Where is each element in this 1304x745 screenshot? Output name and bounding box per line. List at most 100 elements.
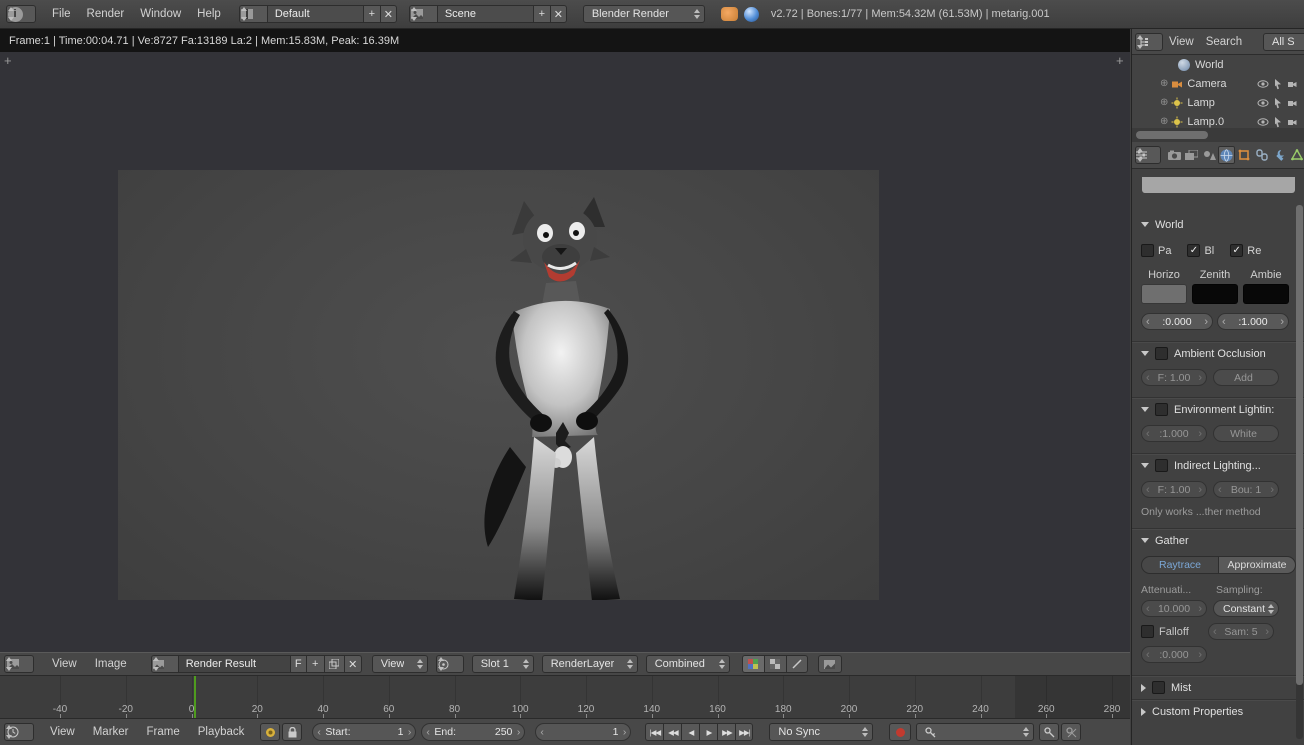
region-expand-left-icon[interactable]: + — [4, 55, 12, 67]
add-scene-button[interactable]: + — [533, 5, 550, 23]
panel-header-custom-properties[interactable]: Custom Properties — [1132, 700, 1304, 723]
view-mode-dropdown[interactable]: View — [372, 655, 428, 673]
image-name-field[interactable]: Render Result — [178, 655, 290, 673]
outliner-scope-dropdown[interactable]: All S — [1263, 33, 1304, 51]
samples-slider[interactable]: Sam: 5 — [1208, 623, 1274, 640]
preview-range-button[interactable] — [260, 723, 280, 741]
editor-type-button[interactable] — [1135, 146, 1161, 164]
raytrace-toggle[interactable]: Raytrace — [1141, 556, 1219, 574]
draw-channels-alpha-button[interactable] — [764, 655, 786, 673]
selectability-cursor-icon[interactable] — [1272, 78, 1284, 90]
scene-name-field[interactable]: Scene — [437, 5, 533, 23]
keying-set-dropdown[interactable] — [916, 723, 1034, 741]
panel-header-ambient-occlusion[interactable]: Ambient Occlusion — [1132, 342, 1304, 365]
ao-factor-slider[interactable]: F: 1.00 — [1141, 369, 1207, 386]
expand-icon[interactable]: ⊕ — [1160, 97, 1168, 108]
tab-constraints[interactable] — [1253, 146, 1270, 164]
outliner-item-world[interactable]: World — [1132, 55, 1304, 74]
visibility-eye-icon[interactable] — [1257, 78, 1269, 90]
properties-scrollbar[interactable] — [1296, 205, 1303, 739]
draw-channels-z-button[interactable] — [786, 655, 808, 673]
outliner-item-lamp[interactable]: ⊕ Lamp — [1132, 93, 1304, 112]
sync-dropdown[interactable]: No Sync — [769, 723, 873, 741]
menu-view[interactable]: View — [1163, 31, 1200, 53]
delete-scene-button[interactable]: ✕ — [550, 5, 567, 23]
tab-modifiers[interactable] — [1271, 146, 1288, 164]
editor-type-button[interactable] — [4, 723, 34, 741]
tab-object[interactable] — [1236, 146, 1253, 164]
ambient-occlusion-checkbox[interactable] — [1155, 347, 1168, 360]
renderability-camera-icon[interactable] — [1287, 78, 1299, 90]
ao-blend-dropdown[interactable]: Add — [1213, 369, 1279, 386]
scrollbar-thumb[interactable] — [1296, 205, 1303, 685]
image-browse-button[interactable] — [151, 655, 178, 673]
panel-header-environment-lighting[interactable]: Environment Lightin: — [1132, 398, 1304, 421]
screen-layout-name-field[interactable]: Default — [267, 5, 363, 23]
image-paint-button[interactable] — [818, 655, 842, 673]
next-keyframe-button[interactable]: ▶▶ — [717, 723, 735, 741]
tab-world[interactable] — [1218, 146, 1235, 164]
menu-view[interactable]: View — [42, 721, 83, 743]
menu-playback[interactable]: Playback — [190, 721, 253, 743]
menu-view[interactable]: View — [44, 653, 85, 675]
render-pass-dropdown[interactable]: Combined — [646, 655, 730, 673]
pack-image-button[interactable] — [324, 655, 344, 673]
menu-marker[interactable]: Marker — [85, 721, 137, 743]
play-button[interactable]: ▶ — [699, 723, 717, 741]
fake-user-button[interactable]: F — [290, 655, 306, 673]
expand-icon[interactable]: ⊕ — [1160, 78, 1168, 89]
previous-keyframe-button[interactable]: ◀◀ — [663, 723, 681, 741]
editor-type-button[interactable]: i — [6, 5, 36, 23]
outliner-horizontal-scrollbar[interactable] — [1132, 128, 1304, 143]
insert-keyframe-button[interactable] — [1039, 723, 1059, 741]
image-editor-viewport[interactable]: + + — [0, 52, 1130, 652]
renderability-camera-icon[interactable] — [1287, 116, 1299, 128]
record-button[interactable] — [889, 723, 911, 741]
expand-icon[interactable]: ⊕ — [1160, 116, 1168, 127]
lock-range-button[interactable] — [282, 723, 302, 741]
tab-object-data[interactable] — [1288, 146, 1304, 164]
delete-layout-button[interactable]: ✕ — [380, 5, 397, 23]
pivot-dropdown[interactable] — [436, 655, 464, 673]
env-energy-slider[interactable]: :1.000 — [1141, 425, 1207, 442]
sampling-type-dropdown[interactable]: Constant — [1213, 600, 1279, 617]
panel-header-mist[interactable]: Mist — [1132, 676, 1304, 699]
outliner-item-camera[interactable]: ⊕ Camera — [1132, 74, 1304, 93]
panel-header-world[interactable]: World — [1132, 213, 1304, 236]
mist-checkbox[interactable] — [1152, 681, 1165, 694]
panel-header-indirect-lighting[interactable]: Indirect Lighting... — [1132, 454, 1304, 477]
delete-keyframe-button[interactable] — [1061, 723, 1081, 741]
start-frame-field[interactable]: Start:1 — [312, 723, 416, 741]
blend-sky-checkbox[interactable] — [1187, 244, 1200, 257]
timeline-ruler[interactable]: -40-200204060801001201401601802002202402… — [0, 676, 1130, 718]
current-frame-field[interactable]: 1 — [535, 723, 631, 741]
render-engine-dropdown[interactable]: Blender Render — [583, 5, 705, 23]
screen-layout-browse-button[interactable] — [239, 5, 267, 23]
new-image-button[interactable]: + — [306, 655, 324, 673]
renderability-camera-icon[interactable] — [1287, 97, 1299, 109]
end-frame-field[interactable]: End:250 — [421, 723, 525, 741]
indirect-lighting-checkbox[interactable] — [1155, 459, 1168, 472]
real-sky-checkbox[interactable] — [1230, 244, 1243, 257]
tab-scene[interactable] — [1201, 146, 1218, 164]
scene-browse-button[interactable] — [409, 5, 437, 23]
menu-frame[interactable]: Frame — [139, 721, 188, 743]
menu-search[interactable]: Search — [1200, 31, 1248, 53]
jump-to-start-button[interactable]: |◀◀ — [645, 723, 663, 741]
falloff-checkbox[interactable] — [1141, 625, 1154, 638]
render-layer-dropdown[interactable]: RenderLayer — [542, 655, 638, 673]
zenith-color-swatch[interactable] — [1192, 284, 1238, 304]
horizon-color-swatch[interactable] — [1141, 284, 1187, 304]
approximate-toggle[interactable]: Approximate — [1219, 556, 1296, 574]
menu-image[interactable]: Image — [87, 653, 135, 675]
outliner-item-lamp-001[interactable]: ⊕ Lamp.0 — [1132, 112, 1304, 128]
visibility-eye-icon[interactable] — [1257, 97, 1269, 109]
selectability-cursor-icon[interactable] — [1272, 97, 1284, 109]
menu-file[interactable]: File — [44, 3, 79, 25]
scrollbar-thumb[interactable] — [1136, 131, 1208, 139]
indirect-factor-slider[interactable]: F: 1.00 — [1141, 481, 1207, 498]
add-layout-button[interactable]: + — [363, 5, 380, 23]
editor-type-button[interactable] — [4, 655, 34, 673]
draw-channels-color-button[interactable] — [742, 655, 764, 673]
play-reverse-button[interactable]: ◀ — [681, 723, 699, 741]
